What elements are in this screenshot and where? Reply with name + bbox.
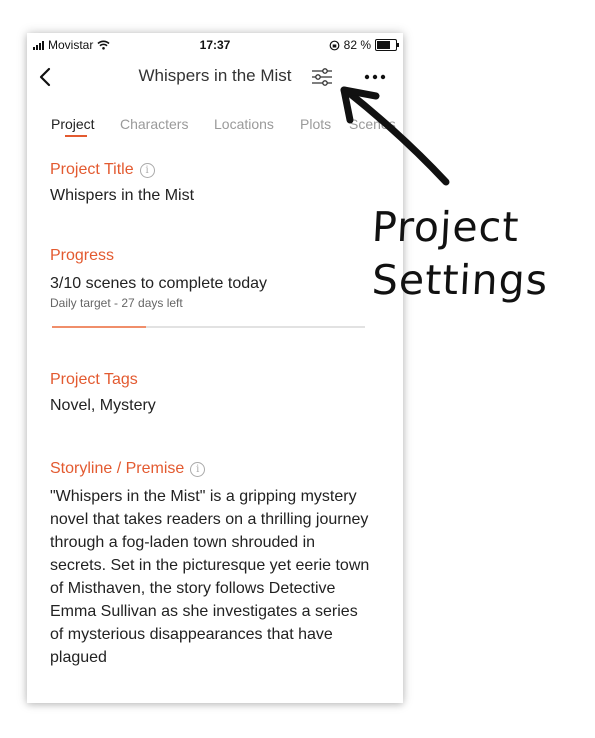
progress-heading: Progress bbox=[50, 247, 115, 264]
storyline-label: Storyline / Premise i bbox=[50, 460, 370, 478]
project-title-heading: Project Title bbox=[50, 161, 134, 178]
project-tags-label: Project Tags bbox=[50, 371, 370, 389]
tab-locations[interactable]: Locations bbox=[214, 116, 274, 132]
progress-bar bbox=[52, 326, 365, 328]
storyline-heading: Storyline / Premise bbox=[50, 460, 185, 477]
project-title-value[interactable]: Whispers in the Mist bbox=[50, 187, 370, 205]
tab-plots[interactable]: Plots bbox=[300, 116, 331, 132]
battery-percent: 82 % bbox=[343, 38, 371, 52]
progress-bar-fill bbox=[52, 326, 146, 328]
annotation-line-1: Project bbox=[370, 203, 521, 251]
storyline-text[interactable]: "Whispers in the Mist" is a gripping mys… bbox=[50, 485, 372, 669]
annotation-line-2: Settings bbox=[370, 256, 550, 304]
project-details: Project Title i Whispers in the Mist Pro… bbox=[50, 161, 370, 669]
annotation-arrow bbox=[340, 86, 450, 186]
project-title-label: Project Title i bbox=[50, 161, 370, 179]
tab-project[interactable]: Project bbox=[51, 116, 95, 132]
status-bar: Movistar 17:37 82 % bbox=[27, 33, 403, 57]
status-right: 82 % bbox=[329, 38, 399, 52]
active-tab-underline bbox=[65, 135, 87, 137]
progress-text: 3/10 scenes to complete today bbox=[50, 275, 268, 292]
orientation-lock-icon bbox=[329, 40, 340, 50]
info-icon[interactable]: i bbox=[190, 461, 206, 477]
progress-label: Progress bbox=[50, 247, 370, 265]
tab-characters[interactable]: Characters bbox=[120, 116, 188, 132]
info-icon[interactable]: i bbox=[139, 162, 155, 178]
project-tags-value[interactable]: Novel, Mystery bbox=[50, 397, 370, 415]
project-tags-heading: Project Tags bbox=[50, 371, 138, 388]
progress-subtext: Daily target - 27 days left bbox=[50, 296, 183, 310]
battery-icon bbox=[375, 39, 399, 51]
